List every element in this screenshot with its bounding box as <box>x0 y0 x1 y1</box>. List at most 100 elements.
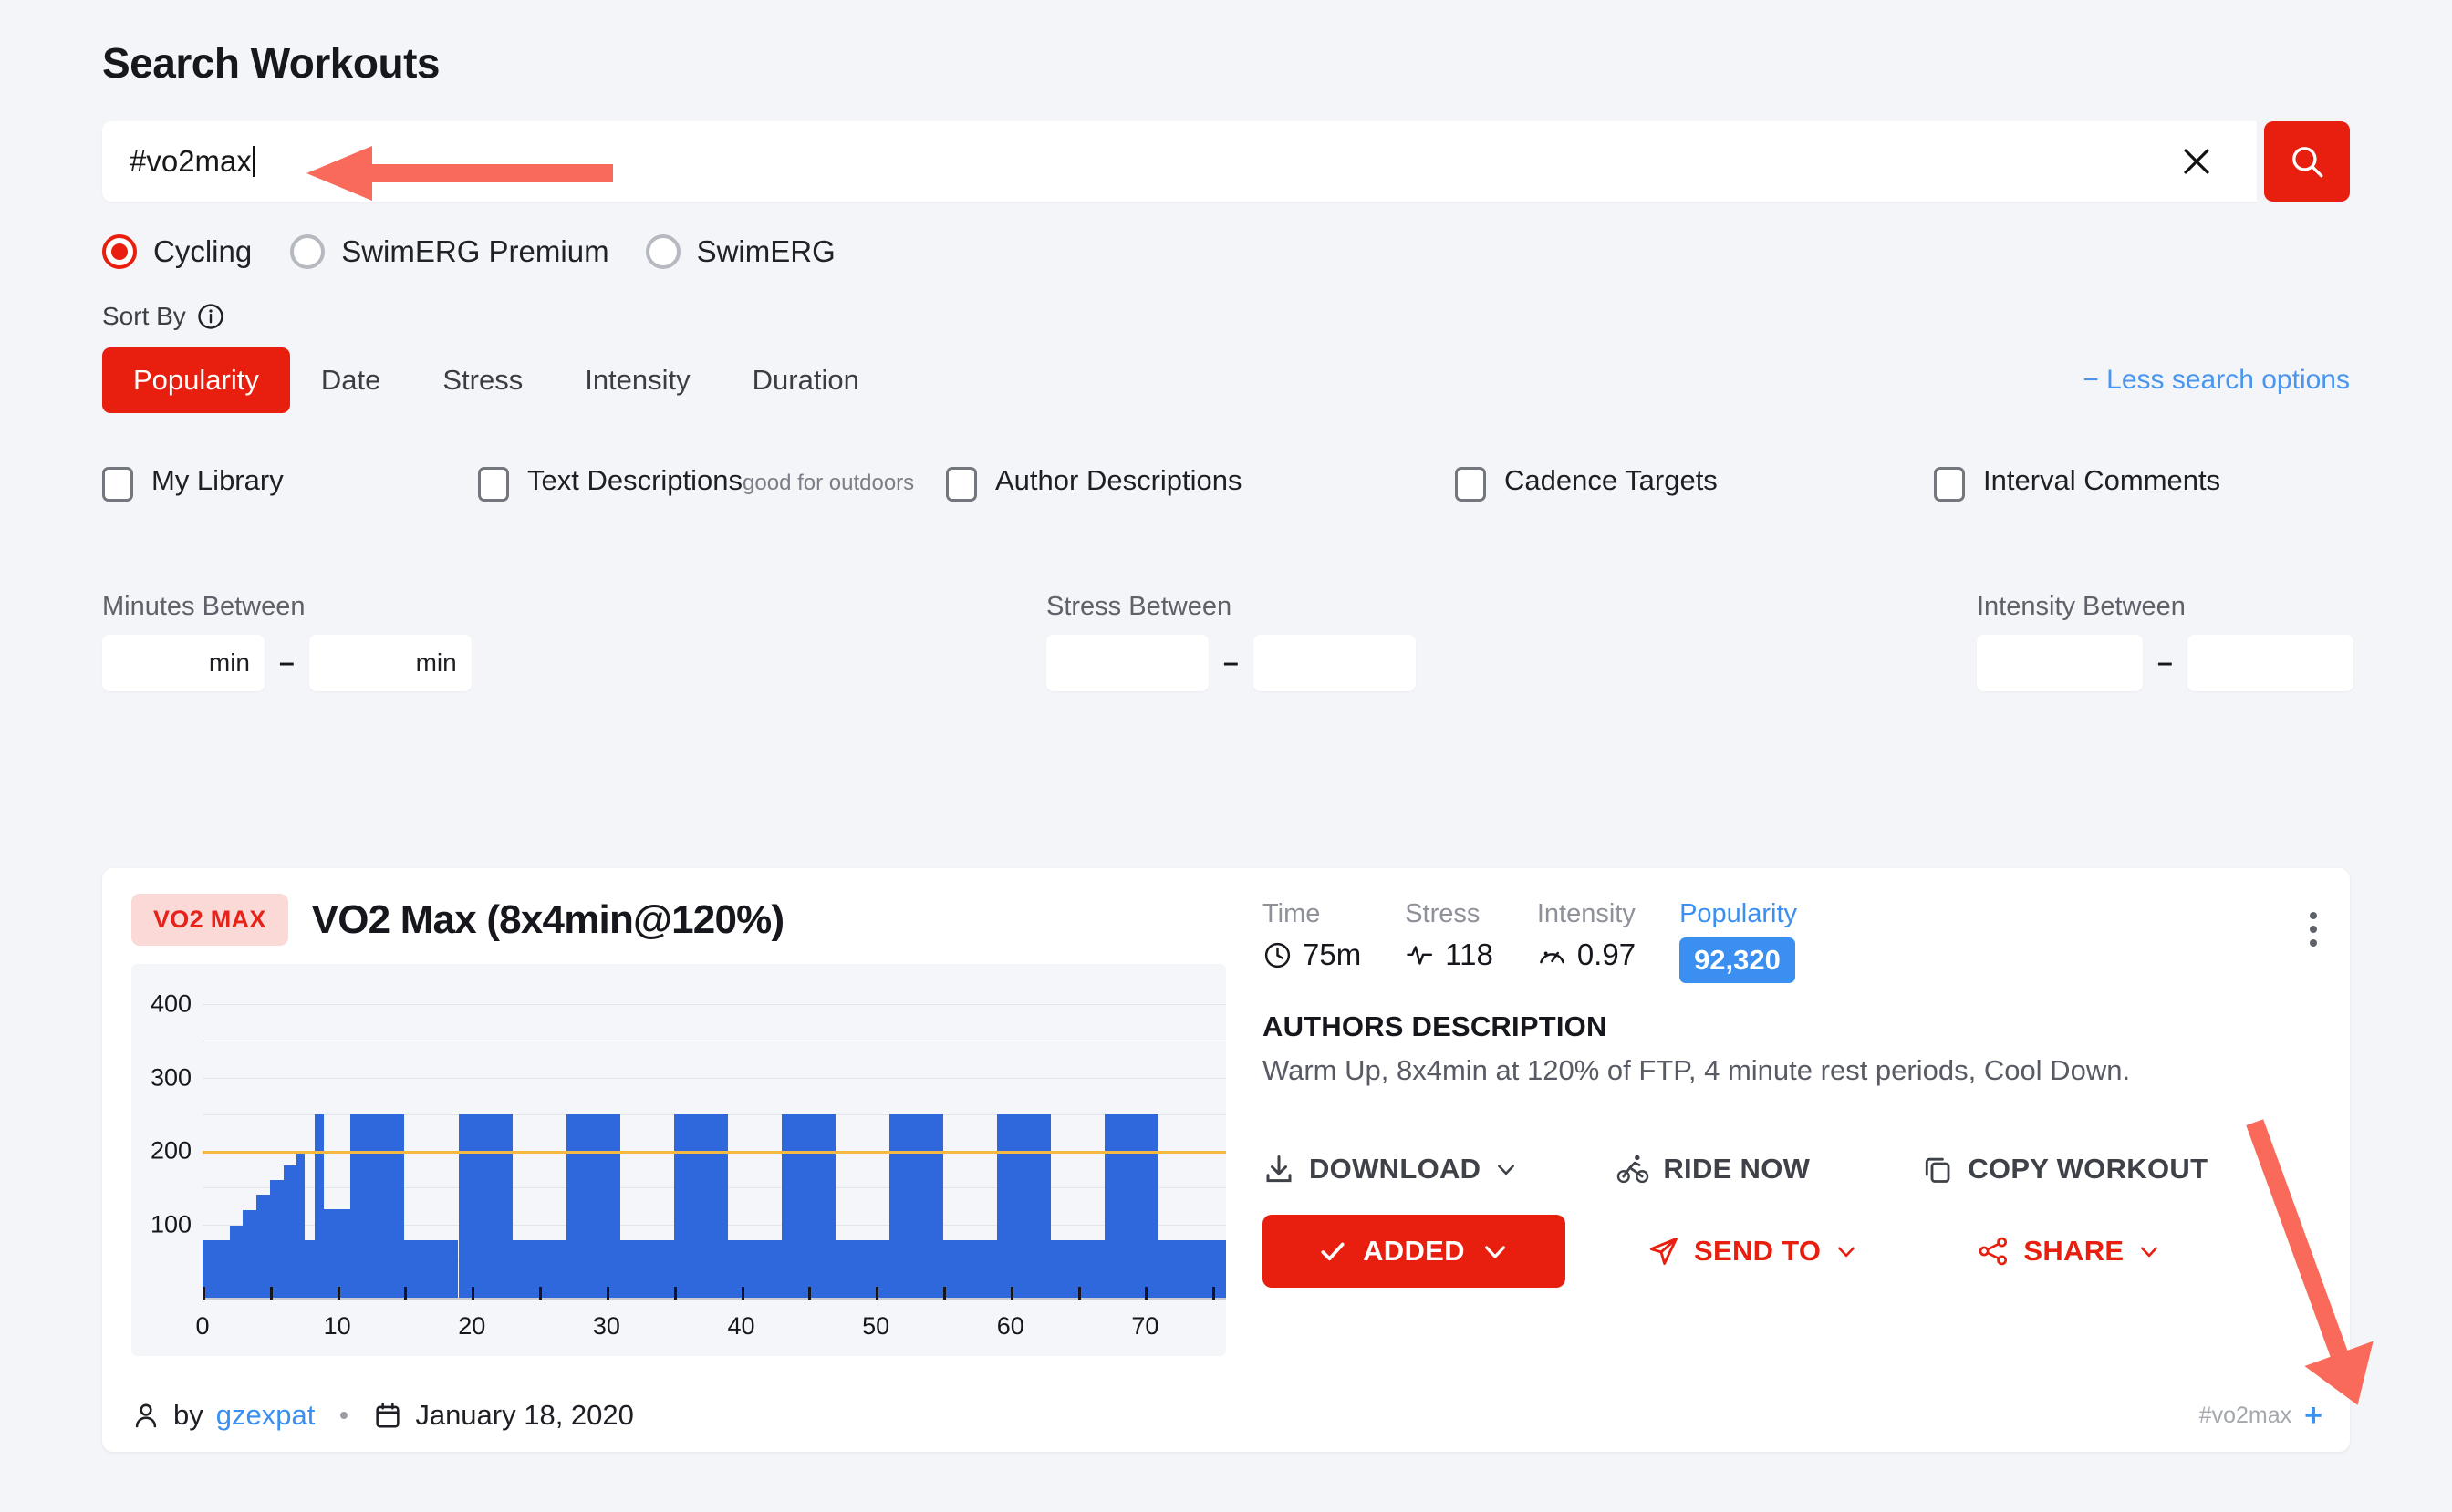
chart-bar <box>997 1113 1052 1298</box>
range-label: Minutes Between <box>102 592 306 621</box>
chart-x-tickmark <box>1077 1287 1081 1300</box>
sort-chip-popularity[interactable]: Popularity <box>102 347 290 413</box>
chart-bar <box>269 1180 284 1298</box>
kebab-menu-icon[interactable] <box>2310 912 2317 947</box>
author-link[interactable]: gzexpat <box>216 1399 316 1432</box>
author-prefix: by <box>173 1399 203 1431</box>
range-minutes-between: Minutes Between min – min <box>102 592 472 691</box>
range-min-input[interactable] <box>1046 635 1209 691</box>
close-icon <box>2184 149 2209 174</box>
chart-bar <box>942 1240 998 1298</box>
chart-bar <box>835 1240 889 1298</box>
discipline-radio-swimerg-premium[interactable]: SwimERG Premium <box>290 234 609 269</box>
checkbox-mark <box>1455 467 1486 502</box>
action-label: COPY WORKOUT <box>1968 1153 2208 1185</box>
authors-description-title: AUTHORS DESCRIPTION <box>1262 1010 1607 1042</box>
chart-y-tick-label: 300 <box>150 1063 192 1092</box>
range-max-input[interactable] <box>1252 635 1416 691</box>
search-icon <box>2292 147 2323 178</box>
action-label: SHARE <box>2023 1235 2125 1267</box>
checkbox-cadence-targets[interactable]: Cadence Targets <box>1455 464 1718 502</box>
chart-x-tickmark <box>203 1287 205 1300</box>
add-tag-button[interactable]: + <box>2304 1400 2322 1431</box>
range-min-input[interactable] <box>1977 635 2143 691</box>
less-search-options-link[interactable]: − Less search options <box>2083 365 2350 396</box>
search-input[interactable]: #vo2max <box>102 121 2257 202</box>
action-label: SEND TO <box>1694 1235 1822 1267</box>
action-copy-workout-button[interactable]: COPY WORKOUT <box>1921 1153 2208 1186</box>
search-workouts-page: Search Workouts #vo2max Cycling SwimERG P… <box>0 0 2452 1512</box>
sort-by-label: Sort By <box>102 302 186 330</box>
chart-x-tick-label: 70 <box>1131 1312 1159 1340</box>
range-filter-group: Minutes Between min – min Stress Between – Int… <box>102 592 2353 709</box>
action-share-button[interactable]: SHARE <box>1977 1235 2161 1268</box>
checkbox-interval-comments[interactable]: Interval Comments <box>1934 464 2220 502</box>
workout-type-badge: VO2 MAX <box>131 894 288 946</box>
download-icon <box>1266 1155 1292 1183</box>
action-added-button[interactable]: ADDED <box>1262 1215 1565 1288</box>
chart-x-tickmark <box>539 1287 543 1300</box>
chart-x-tickmark <box>606 1287 609 1300</box>
chart-x-tickmark <box>876 1287 879 1300</box>
range-separator: – <box>1223 647 1239 678</box>
chart-x-tick-label: 10 <box>323 1312 351 1340</box>
workout-tag-label[interactable]: #vo2max <box>2199 1403 2291 1429</box>
chevron-down-icon <box>2141 1247 2158 1258</box>
action-download-button[interactable]: DOWNLOAD <box>1262 1153 1518 1186</box>
chart-x-tickmark <box>269 1287 273 1300</box>
workout-title: VO2 Max (8x4min@120%) <box>311 896 784 942</box>
sort-chip-stress[interactable]: Stress <box>411 347 554 413</box>
action-label: DOWNLOAD <box>1309 1153 1481 1185</box>
workout-card-right: Time 75m Stress 118 Intensity 0.97 Popularity… <box>1262 899 2322 1288</box>
chevron-down-icon <box>1498 1165 1515 1175</box>
range-separator: – <box>2157 647 2173 678</box>
range-max-input[interactable] <box>2187 635 2353 691</box>
chart-x-tickmark <box>1145 1287 1148 1300</box>
range-intensity-between: Intensity Between – <box>1977 592 2353 691</box>
sort-chip-date[interactable]: Date <box>290 347 411 413</box>
range-min-input[interactable]: min <box>102 635 265 691</box>
sort-chip-duration[interactable]: Duration <box>722 347 890 413</box>
search-input-value: #vo2max <box>130 144 252 178</box>
chart-x-tickmark <box>472 1287 475 1300</box>
discipline-radio-label: SwimERG <box>696 234 836 268</box>
workout-card-left: VO2 MAX VO2 Max (8x4min@120%) 100 200 300 4… <box>131 894 1226 1356</box>
stat-popularity-label: Popularity <box>1679 899 1798 928</box>
checkbox-mark <box>1934 467 1965 502</box>
chart-y-tick-label: 100 <box>150 1210 192 1238</box>
stat-popularity: Popularity 92,320 <box>1679 899 1797 983</box>
stat-value: 0.97 <box>1576 937 1636 971</box>
radio-mark <box>102 234 137 269</box>
footer-separator-dot <box>340 1412 348 1419</box>
radio-mark <box>645 234 681 269</box>
info-icon[interactable] <box>197 303 224 330</box>
checkbox-text-descriptions[interactable]: Text Descriptionsgood for outdoors <box>478 464 914 502</box>
text-caret <box>252 146 255 177</box>
workout-card-footer: by gzexpat January 18, 2020 #vo2max + <box>131 1399 2322 1432</box>
action-send-to-button[interactable]: SEND TO <box>1647 1235 1858 1268</box>
checkbox-my-library[interactable]: My Library <box>102 464 284 502</box>
range-label: Stress Between <box>1046 592 1232 621</box>
chart-bar <box>243 1210 257 1298</box>
discipline-radio-cycling[interactable]: Cycling <box>102 234 252 269</box>
check-icon <box>1321 1242 1345 1261</box>
clear-search-button[interactable] <box>2164 145 2229 178</box>
chart-x-tickmark <box>808 1287 812 1300</box>
sort-chip-intensity[interactable]: Intensity <box>554 347 721 413</box>
checkbox-mark <box>478 467 509 502</box>
checkbox-author-descriptions[interactable]: Author Descriptions <box>946 464 1242 502</box>
range-max-input[interactable]: min <box>308 635 472 691</box>
search-submit-button[interactable] <box>2264 121 2350 202</box>
chart-bar <box>1105 1113 1159 1298</box>
action-ride-now-button[interactable]: RIDE NOW <box>1616 1153 1810 1186</box>
discipline-radio-swimerg[interactable]: SwimERG <box>645 234 836 269</box>
chart-bar <box>727 1240 782 1298</box>
checkbox-sublabel: good for outdoors <box>743 471 915 495</box>
chart-bar <box>404 1240 459 1298</box>
authors-description-body: Warm Up, 8x4min at 120% of FTP, 4 minute… <box>1262 1054 2131 1086</box>
chart-bar <box>314 1113 324 1298</box>
chart-x-tick-label: 20 <box>458 1312 486 1340</box>
chart-x-tick-label: 60 <box>996 1312 1024 1340</box>
stat-value: 118 <box>1445 937 1493 971</box>
chart-x-tickmark <box>1212 1287 1216 1300</box>
